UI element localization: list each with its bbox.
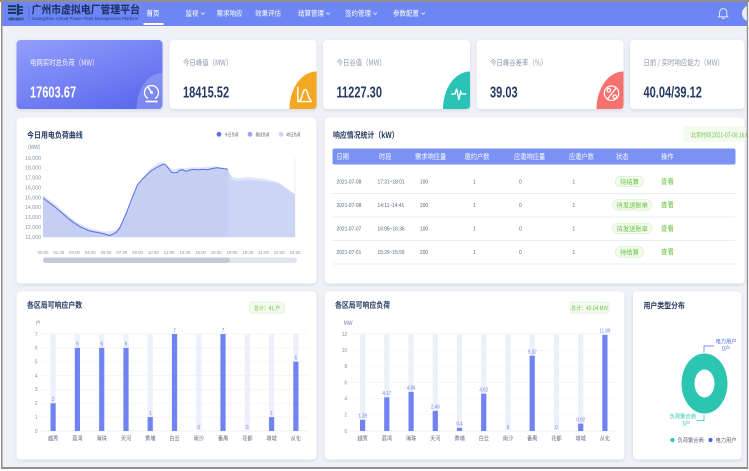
svg-text:0: 0 — [519, 203, 522, 209]
svg-text:100: 100 — [420, 179, 428, 185]
svg-text:6: 6 — [35, 345, 38, 351]
svg-text:09:00: 09:00 — [132, 250, 143, 255]
svg-text:2021-07-07: 2021-07-07 — [337, 226, 362, 232]
svg-text:0: 0 — [507, 425, 510, 431]
svg-text:13,000: 13,000 — [25, 215, 41, 221]
svg-text:4.62: 4.62 — [479, 387, 488, 393]
svg-text:4.17: 4.17 — [382, 391, 391, 397]
svg-text:1: 1 — [473, 203, 476, 209]
svg-text:6: 6 — [125, 341, 128, 347]
svg-text:15,000: 15,000 — [25, 195, 41, 201]
svg-text:4: 4 — [35, 373, 38, 379]
svg-text:9.32: 9.32 — [528, 349, 537, 355]
svg-text:0: 0 — [35, 429, 38, 435]
svg-text:16,000: 16,000 — [25, 185, 41, 191]
svg-text:0: 0 — [519, 226, 522, 232]
svg-text:13:30: 13:30 — [179, 250, 190, 255]
svg-text:7: 7 — [222, 328, 225, 334]
svg-text:1: 1 — [473, 226, 476, 232]
svg-text:17603.67: 17603.67 — [30, 84, 76, 101]
svg-text:7: 7 — [173, 328, 176, 334]
svg-text:3: 3 — [35, 387, 38, 393]
svg-text:6: 6 — [100, 341, 103, 347]
svg-text:2.49: 2.49 — [431, 404, 440, 410]
svg-text:2: 2 — [52, 397, 55, 403]
svg-text:07:30: 07:30 — [116, 250, 127, 255]
svg-text:12,000: 12,000 — [25, 225, 41, 231]
svg-text:0: 0 — [519, 250, 522, 256]
svg-text:6: 6 — [344, 380, 347, 386]
svg-text:4: 4 — [344, 396, 347, 402]
svg-text:15:00: 15:00 — [195, 250, 206, 255]
svg-text:2: 2 — [35, 401, 38, 407]
svg-text:19,000: 19,000 — [25, 156, 41, 162]
svg-text:4.84: 4.84 — [407, 385, 416, 391]
svg-text:18,000: 18,000 — [25, 166, 41, 172]
svg-text:21:00: 21:00 — [258, 250, 269, 255]
svg-text:01:30: 01:30 — [53, 250, 64, 255]
svg-text:6: 6 — [76, 341, 79, 347]
svg-text:17,000: 17,000 — [25, 175, 41, 181]
svg-text:1.39: 1.39 — [358, 413, 367, 419]
svg-text:19:30: 19:30 — [242, 250, 253, 255]
svg-text:11.89: 11.89 — [599, 328, 610, 334]
svg-text:1: 1 — [473, 250, 476, 256]
svg-text:Guangzhou Virtual Power Plant: Guangzhou Virtual Power Plant Management… — [32, 16, 139, 22]
svg-text:00:00: 00:00 — [38, 250, 49, 255]
svg-text:5: 5 — [35, 359, 38, 365]
svg-text:1: 1 — [149, 411, 152, 417]
svg-text:1: 1 — [573, 203, 576, 209]
svg-text:16:30: 16:30 — [211, 250, 222, 255]
svg-text:200: 200 — [420, 203, 428, 209]
svg-text:16:06~16:36: 16:06~16:36 — [378, 226, 405, 232]
svg-text:10:30: 10:30 — [148, 250, 159, 255]
svg-text:10: 10 — [342, 348, 347, 354]
svg-text:17:31~18:01: 17:31~18:01 — [378, 179, 405, 185]
svg-text:2021-07-08: 2021-07-08 — [337, 203, 362, 209]
svg-text:7: 7 — [35, 332, 38, 338]
svg-text:100: 100 — [420, 226, 428, 232]
svg-text:22:30: 22:30 — [274, 250, 285, 255]
svg-text:11227.30: 11227.30 — [337, 84, 383, 101]
svg-text:03:00: 03:00 — [69, 250, 80, 255]
svg-text:8: 8 — [344, 364, 347, 370]
svg-text:1: 1 — [573, 179, 576, 185]
svg-text:0.4: 0.4 — [456, 421, 463, 427]
svg-text:11,000: 11,000 — [25, 235, 41, 241]
svg-text:40.04/39.12: 40.04/39.12 — [644, 84, 703, 101]
svg-text:18415.52: 18415.52 — [183, 84, 229, 101]
svg-text:0.92: 0.92 — [576, 417, 585, 423]
svg-text:1: 1 — [35, 415, 38, 421]
svg-text:0: 0 — [519, 179, 522, 185]
svg-text:2: 2 — [344, 412, 347, 418]
svg-text:0: 0 — [344, 429, 347, 435]
svg-text:1: 1 — [473, 179, 476, 185]
svg-text:0: 0 — [246, 425, 249, 431]
svg-text:1: 1 — [573, 226, 576, 232]
svg-text:24:00: 24:00 — [290, 250, 301, 255]
svg-text:0: 0 — [555, 425, 558, 431]
svg-text:14:11~14:41: 14:11~14:41 — [378, 203, 405, 209]
svg-text:18:00: 18:00 — [227, 250, 238, 255]
svg-text:2021-07-01: 2021-07-01 — [337, 250, 362, 256]
svg-text:12:00: 12:00 — [164, 250, 175, 255]
svg-text:12: 12 — [342, 332, 347, 338]
svg-text:14,000: 14,000 — [25, 205, 41, 211]
svg-text:39.03: 39.03 — [490, 84, 518, 101]
svg-text:0: 0 — [198, 425, 201, 431]
svg-text:5: 5 — [295, 355, 298, 361]
svg-text:15:29~15:59: 15:29~15:59 — [378, 250, 405, 256]
svg-text:1: 1 — [573, 250, 576, 256]
svg-text:04:30: 04:30 — [85, 250, 96, 255]
svg-text:06:00: 06:00 — [101, 250, 112, 255]
svg-text:1: 1 — [270, 411, 273, 417]
svg-text:200: 200 — [420, 250, 428, 256]
svg-text:2021-07-08: 2021-07-08 — [337, 179, 362, 185]
